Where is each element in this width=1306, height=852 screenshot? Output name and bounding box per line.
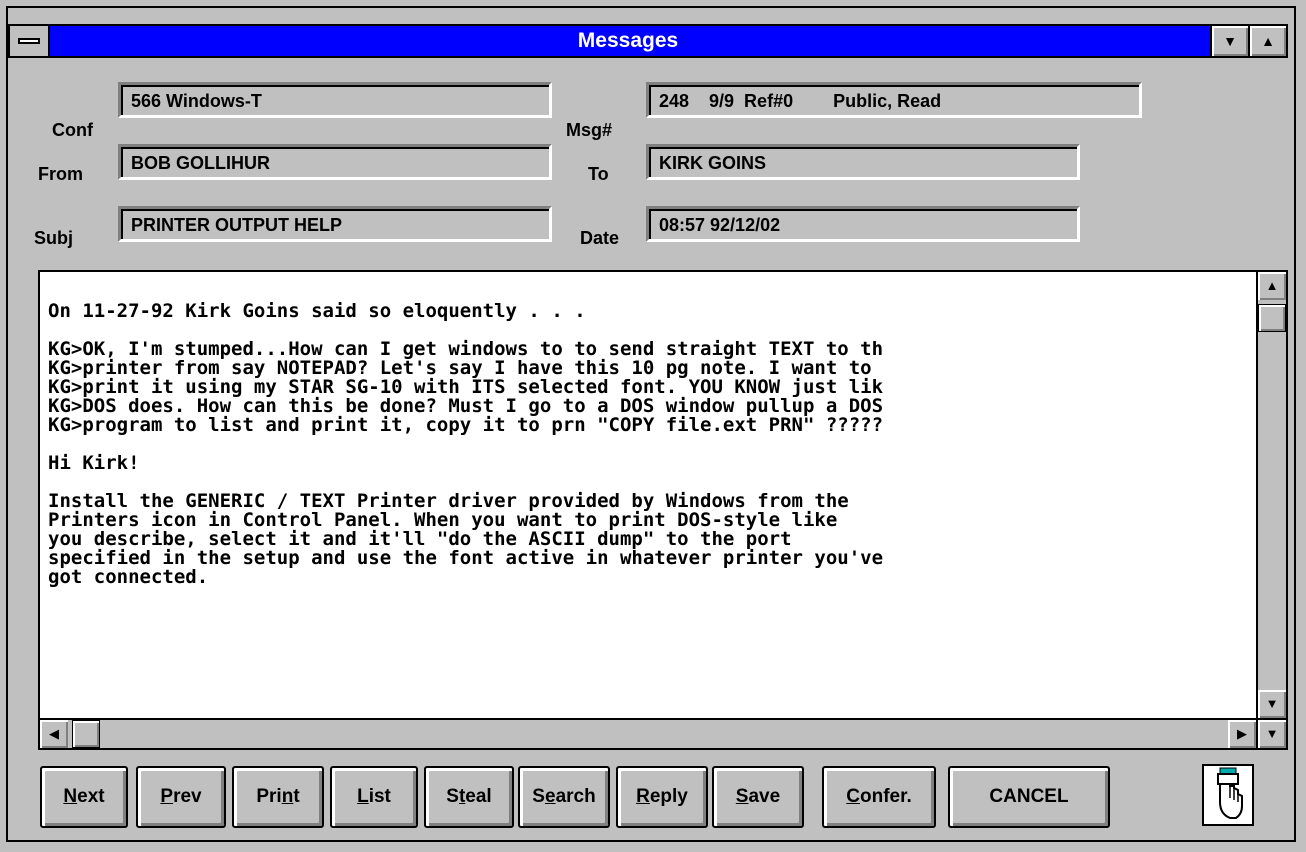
conf-label: Conf xyxy=(52,120,93,140)
next-button[interactable]: Next xyxy=(40,766,128,828)
list-button[interactable]: List xyxy=(330,766,418,828)
reply-button[interactable]: Reply xyxy=(616,766,708,828)
scroll-down-icon[interactable]: ▼ xyxy=(1258,690,1286,718)
scroll-right-icon[interactable]: ▶ xyxy=(1228,720,1256,748)
from-field[interactable]: BOB GOLLIHUR xyxy=(118,144,552,180)
message-text: On 11-27-92 Kirk Goins said so eloquentl… xyxy=(48,302,884,588)
scroll-up-icon[interactable]: ▲ xyxy=(1258,272,1286,300)
vertical-scroll-thumb[interactable] xyxy=(1258,304,1286,332)
print-button[interactable]: Print xyxy=(232,766,324,828)
subj-field[interactable]: PRINTER OUTPUT HELP xyxy=(118,206,552,242)
conf-field[interactable]: 566 Windows-T xyxy=(118,82,552,118)
horizontal-scroll-thumb[interactable] xyxy=(72,720,100,748)
scroll-left-icon[interactable]: ◀ xyxy=(40,720,68,748)
system-menu-icon[interactable] xyxy=(10,26,50,56)
maximize-icon[interactable]: ▲ xyxy=(1248,26,1286,56)
subj-label: Subj xyxy=(34,228,73,248)
to-field[interactable]: KIRK GOINS xyxy=(646,144,1080,180)
message-body[interactable]: On 11-27-92 Kirk Goins said so eloquentl… xyxy=(38,270,1288,750)
pointing-hand-icon[interactable] xyxy=(1202,764,1254,826)
minimize-icon[interactable]: ▼ xyxy=(1210,26,1248,56)
date-label: Date xyxy=(580,228,620,248)
steal-button[interactable]: Steal xyxy=(424,766,514,828)
from-label: From xyxy=(38,164,83,184)
cancel-button[interactable]: CANCEL xyxy=(948,766,1110,828)
scroll-corner: ▼ xyxy=(1256,718,1286,748)
to-label: To xyxy=(588,164,609,184)
date-field[interactable]: 08:57 92/12/02 xyxy=(646,206,1080,242)
search-button[interactable]: Search xyxy=(518,766,610,828)
window-title: Messages xyxy=(577,29,679,52)
msg-field[interactable]: 248 9/9 Ref#0 Public, Read xyxy=(646,82,1142,118)
scroll-down-icon-bottom[interactable]: ▼ xyxy=(1258,720,1286,748)
msg-label: Msg# xyxy=(566,120,613,140)
prev-button[interactable]: Prev xyxy=(136,766,226,828)
confer-button[interactable]: Confer. xyxy=(822,766,936,828)
horizontal-scrollbar[interactable]: ◀ ▶ xyxy=(40,718,1256,748)
save-button[interactable]: Save xyxy=(712,766,804,828)
vertical-scrollbar[interactable]: ▲ ▼ xyxy=(1256,272,1286,718)
title-bar[interactable]: Messages ▼ ▲ xyxy=(8,24,1288,58)
